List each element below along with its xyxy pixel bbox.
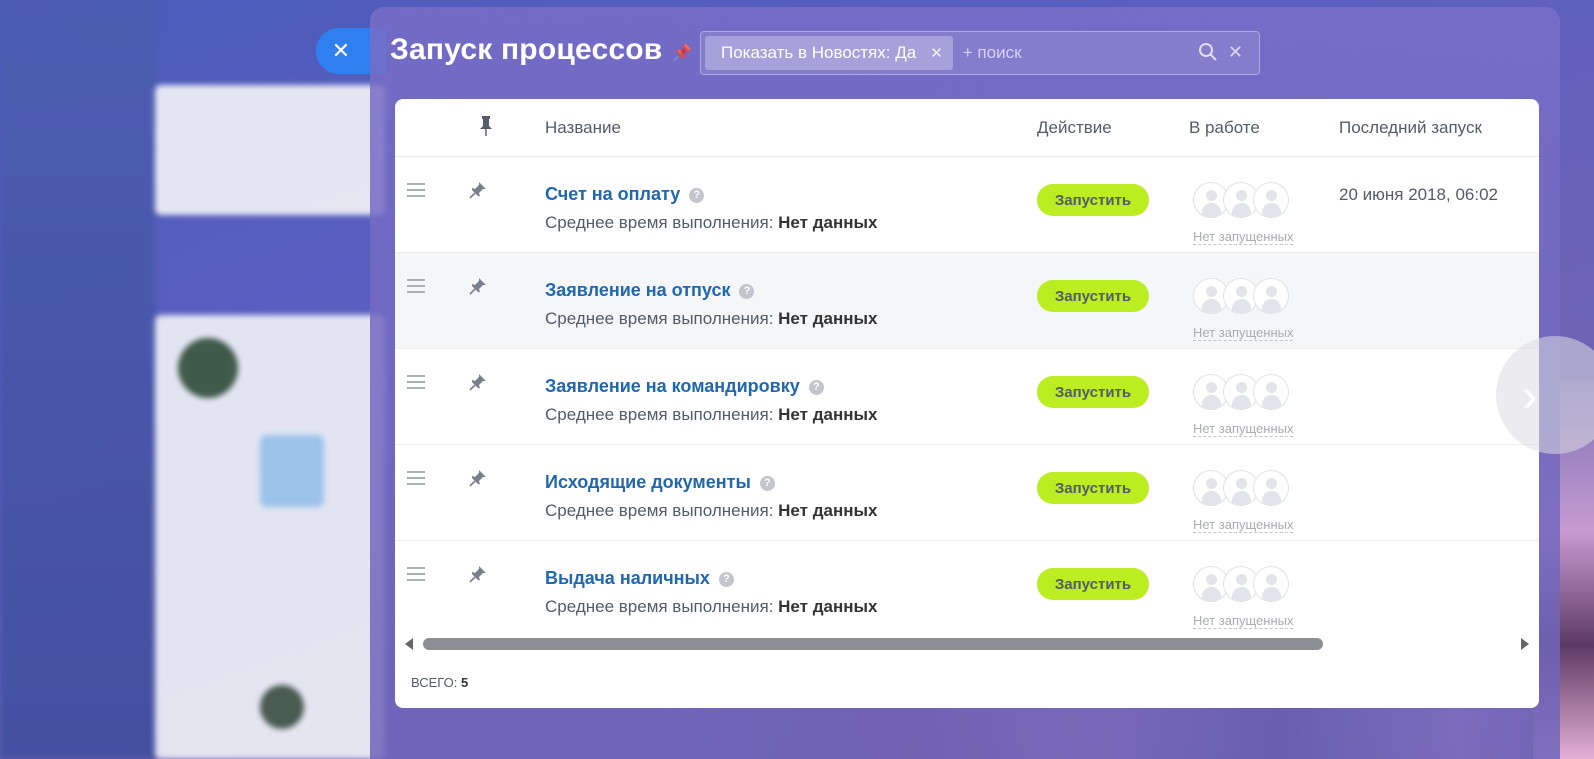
clear-icon[interactable]: ✕	[1228, 42, 1243, 67]
avatar	[1253, 566, 1289, 602]
process-name[interactable]: Заявление на командировку	[545, 376, 800, 396]
background-calendar-icon	[260, 435, 324, 507]
avg-time-value: Нет данных	[778, 213, 878, 232]
avatar-group	[1193, 182, 1289, 218]
avatar-group	[1193, 374, 1289, 410]
process-name[interactable]: Выдача наличных	[545, 568, 710, 588]
pin-icon[interactable]	[469, 181, 487, 204]
process-grid: Название Действие В работе Последний зап…	[395, 99, 1539, 708]
no-running-link[interactable]: Нет запущенных	[1193, 421, 1294, 437]
process-name-link[interactable]: Выдача наличных?	[545, 568, 734, 589]
drag-handle-icon[interactable]	[407, 183, 425, 201]
help-icon[interactable]: ?	[689, 188, 705, 203]
avg-time-value: Нет данных	[778, 309, 878, 328]
no-running-link[interactable]: Нет запущенных	[1193, 517, 1294, 533]
total-count: 5	[460, 675, 469, 690]
avatar	[1253, 374, 1289, 410]
column-header-action[interactable]: Действие	[1037, 118, 1112, 138]
pin-icon[interactable]	[469, 373, 487, 396]
scroll-left-icon[interactable]	[405, 638, 413, 650]
drag-handle-icon[interactable]	[407, 375, 425, 393]
close-icon: ✕	[331, 38, 351, 63]
avatar-group	[1193, 278, 1289, 314]
header-pin-icon[interactable]	[479, 116, 493, 141]
avg-time: Среднее время выполнения: Нет данных	[545, 309, 877, 329]
table-row: Исходящие документы? Среднее время выпол…	[395, 445, 1539, 541]
drag-handle-icon[interactable]	[407, 279, 425, 297]
process-name[interactable]: Исходящие документы	[545, 472, 751, 492]
pin-icon[interactable]	[469, 469, 487, 492]
table-row: Выдача наличных? Среднее время выполнени…	[395, 541, 1539, 637]
total-label: ВСЕГО:	[411, 675, 458, 690]
search-input[interactable]: + поиск	[963, 43, 1022, 63]
help-icon[interactable]: ?	[759, 476, 775, 491]
scrollbar-thumb[interactable]	[423, 638, 1323, 650]
table-row: Счет на оплату? Среднее время выполнения…	[395, 157, 1539, 253]
avg-time-value: Нет данных	[778, 597, 878, 616]
background-avatar	[260, 685, 304, 729]
avg-time: Среднее время выполнения: Нет данных	[545, 213, 877, 233]
grid-footer: ВСЕГО: 5	[411, 675, 468, 690]
avg-time-label: Среднее время выполнения:	[545, 501, 774, 520]
no-running-link[interactable]: Нет запущенных	[1193, 325, 1294, 341]
page-title: Запуск процессов	[390, 33, 663, 66]
avg-time-label: Среднее время выполнения:	[545, 597, 774, 616]
scroll-right-icon[interactable]	[1521, 638, 1529, 650]
slider-panel: Запуск процессов 📌 Показать в Новостях: …	[370, 7, 1560, 759]
process-name-link[interactable]: Заявление на командировку?	[545, 376, 824, 397]
last-run-date: 20 июня 2018, 06:02	[1339, 185, 1499, 204]
chevron-right-icon: ›	[1522, 369, 1538, 421]
column-header-last-run[interactable]: Последний запуск	[1339, 118, 1482, 138]
avg-time-label: Среднее время выполнения:	[545, 405, 774, 424]
avg-time: Среднее время выполнения: Нет данных	[545, 597, 877, 617]
no-running-link[interactable]: Нет запущенных	[1193, 613, 1294, 629]
process-name-link[interactable]: Счет на оплату?	[545, 184, 705, 205]
drag-handle-icon[interactable]	[407, 471, 425, 489]
background-card	[155, 85, 385, 215]
chip-close-icon[interactable]: ✕	[930, 44, 943, 62]
run-button[interactable]: Запустить	[1037, 184, 1149, 216]
horizontal-scrollbar[interactable]	[395, 637, 1539, 653]
avg-time: Среднее время выполнения: Нет данных	[545, 405, 877, 425]
run-button[interactable]: Запустить	[1037, 280, 1149, 312]
avg-time-value: Нет данных	[778, 501, 878, 520]
pin-icon[interactable]	[469, 277, 487, 300]
table-row: Заявление на командировку? Среднее время…	[395, 349, 1539, 445]
avatar	[1253, 470, 1289, 506]
filter-chip: Показать в Новостях: Да ✕	[705, 36, 953, 70]
no-running-link[interactable]: Нет запущенных	[1193, 229, 1294, 245]
filter-search[interactable]: Показать в Новостях: Да ✕ + поиск ✕	[700, 31, 1260, 75]
avg-time-label: Среднее время выполнения:	[545, 309, 774, 328]
run-button[interactable]: Запустить	[1037, 472, 1149, 504]
avatar	[1253, 278, 1289, 314]
help-icon[interactable]: ?	[718, 572, 734, 587]
process-name-link[interactable]: Исходящие документы?	[545, 472, 775, 493]
background-avatar	[178, 338, 238, 398]
column-header-name[interactable]: Название	[545, 118, 621, 138]
process-name[interactable]: Заявление на отпуск	[545, 280, 730, 300]
drag-handle-icon[interactable]	[407, 567, 425, 585]
grid-header: Название Действие В работе Последний зап…	[395, 99, 1539, 157]
filter-icons: ✕	[1198, 42, 1243, 67]
avg-time-label: Среднее время выполнения:	[545, 213, 774, 232]
slider-header: Запуск процессов 📌	[390, 33, 692, 67]
pin-icon[interactable]: 📌	[672, 43, 692, 63]
avatar-group	[1193, 470, 1289, 506]
table-row: Заявление на отпуск? Среднее время выпол…	[395, 253, 1539, 349]
pin-icon[interactable]	[469, 565, 487, 588]
help-icon[interactable]: ?	[739, 284, 755, 299]
avg-time-value: Нет данных	[778, 405, 878, 424]
run-button[interactable]: Запустить	[1037, 568, 1149, 600]
run-button[interactable]: Запустить	[1037, 376, 1149, 408]
background-sidebar	[0, 0, 155, 759]
avg-time: Среднее время выполнения: Нет данных	[545, 501, 877, 521]
column-header-in-work[interactable]: В работе	[1189, 118, 1260, 138]
avatar	[1253, 182, 1289, 218]
process-name[interactable]: Счет на оплату	[545, 184, 680, 204]
avatar-group	[1193, 566, 1289, 602]
filter-chip-label: Показать в Новостях: Да	[721, 43, 917, 62]
process-name-link[interactable]: Заявление на отпуск?	[545, 280, 755, 301]
search-icon[interactable]	[1198, 42, 1218, 67]
help-icon[interactable]: ?	[808, 380, 824, 395]
